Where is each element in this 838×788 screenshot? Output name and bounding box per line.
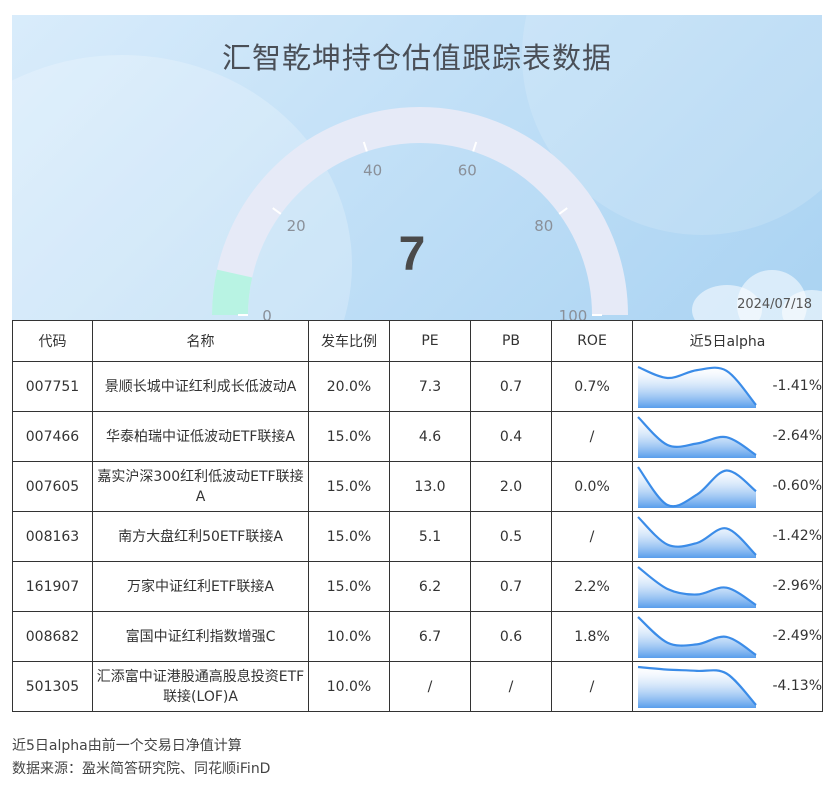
sparkline-area xyxy=(638,467,756,508)
date-label: 2024/07/18 xyxy=(737,297,812,312)
cell-pb: 0.4 xyxy=(470,411,552,462)
cell-roe: 1.8% xyxy=(551,611,633,662)
gauge-tick-label: 80 xyxy=(534,217,553,235)
cell-name: 嘉实沪深300红利低波动ETF联接A xyxy=(92,461,309,512)
gauge-tick-label: 0 xyxy=(262,307,272,321)
alpha-value: -1.41% xyxy=(772,378,822,394)
alpha-value: -1.42% xyxy=(772,528,822,544)
cell-pe: 4.6 xyxy=(389,411,471,462)
header-roe: ROE xyxy=(551,320,633,362)
holdings-table: 代码 名称 发车比例 PE PB ROE 近5日alpha 007751 景顺长… xyxy=(12,320,823,712)
cell-pb: 0.7 xyxy=(470,361,552,412)
table-row: 008163 南方大盘红利50ETF联接A 15.0% 5.1 0.5 / -1… xyxy=(12,511,823,562)
table-row: 008682 富国中证红利指数增强C 10.0% 6.7 0.6 1.8% -2… xyxy=(12,611,823,662)
header-name: 名称 xyxy=(92,320,309,362)
sparkline-area xyxy=(638,567,756,608)
cell-ratio: 15.0% xyxy=(308,411,390,462)
cell-pe: 5.1 xyxy=(389,511,471,562)
cell-name: 汇添富中证港股通高股息投资ETF联接(LOF)A xyxy=(92,661,309,712)
alpha-sparkline xyxy=(637,616,757,658)
gauge-value: 7 xyxy=(399,228,426,281)
sparkline-area xyxy=(638,617,756,658)
cell-code: 007751 xyxy=(12,361,93,412)
header-alpha: 近5日alpha xyxy=(632,320,823,362)
table-row: 007605 嘉实沪深300红利低波动ETF联接A 15.0% 13.0 2.0… xyxy=(12,461,823,512)
footnotes: 近5日alpha由前一个交易日净值计算 数据来源：盈米简答研究院、同花顺iFin… xyxy=(12,735,270,781)
cell-name: 万家中证红利ETF联接A xyxy=(92,561,309,612)
header-pb: PB xyxy=(470,320,552,362)
note-alpha: 近5日alpha由前一个交易日净值计算 xyxy=(12,738,242,754)
cell-pb: 0.5 xyxy=(470,511,552,562)
cell-ratio: 15.0% xyxy=(308,461,390,512)
header-pe: PE xyxy=(389,320,471,362)
cell-ratio: 15.0% xyxy=(308,511,390,562)
sparkline-area xyxy=(638,417,756,458)
table-row: 007751 景顺长城中证红利成长低波动A 20.0% 7.3 0.7 0.7%… xyxy=(12,361,823,412)
cell-roe: 2.2% xyxy=(551,561,633,612)
cell-name: 南方大盘红利50ETF联接A xyxy=(92,511,309,562)
cell-pe: 6.7 xyxy=(389,611,471,662)
table-row: 161907 万家中证红利ETF联接A 15.0% 6.2 0.7 2.2% -… xyxy=(12,561,823,612)
cell-alpha: -1.41% xyxy=(632,361,823,412)
cell-roe: / xyxy=(551,661,633,712)
cell-roe: / xyxy=(551,411,633,462)
cell-code: 008163 xyxy=(12,511,93,562)
cell-alpha: -0.60% xyxy=(632,461,823,512)
cell-code: 008682 xyxy=(12,611,93,662)
cell-pe: 6.2 xyxy=(389,561,471,612)
cell-alpha: -2.49% xyxy=(632,611,823,662)
cell-roe: / xyxy=(551,511,633,562)
gauge-tick-label: 60 xyxy=(458,162,477,180)
header-code: 代码 xyxy=(12,320,93,362)
cell-ratio: 10.0% xyxy=(308,661,390,712)
note-source: 数据来源：盈米简答研究院、同花顺iFinD xyxy=(12,761,271,777)
cell-name: 景顺长城中证红利成长低波动A xyxy=(92,361,309,412)
cell-name: 富国中证红利指数增强C xyxy=(92,611,309,662)
alpha-sparkline xyxy=(637,516,757,558)
cell-name: 华泰柏瑞中证低波动ETF联接A xyxy=(92,411,309,462)
cell-alpha: -1.42% xyxy=(632,511,823,562)
cell-pb: 0.6 xyxy=(470,611,552,662)
gauge-fill xyxy=(212,269,253,316)
cell-code: 007605 xyxy=(12,461,93,512)
cell-pe: 7.3 xyxy=(389,361,471,412)
sparkline-area xyxy=(638,367,756,408)
header-ratio: 发车比例 xyxy=(308,320,390,362)
alpha-sparkline xyxy=(637,365,757,408)
cell-code: 501305 xyxy=(12,661,93,712)
table-row: 501305 汇添富中证港股通高股息投资ETF联接(LOF)A 10.0% / … xyxy=(12,661,823,712)
alpha-value: -2.49% xyxy=(772,628,822,644)
table-header: 代码 名称 发车比例 PE PB ROE 近5日alpha xyxy=(12,320,823,362)
cell-code: 007466 xyxy=(12,411,93,462)
alpha-sparkline xyxy=(637,416,757,458)
sparkline-area xyxy=(638,667,756,708)
alpha-value: -2.64% xyxy=(772,428,822,444)
alpha-value: -2.96% xyxy=(772,578,822,594)
gauge-tick-label: 20 xyxy=(287,217,306,235)
cell-pb: 2.0 xyxy=(470,461,552,512)
cell-code: 161907 xyxy=(12,561,93,612)
cell-pb: 0.7 xyxy=(470,561,552,612)
gauge-banner: 0 20 40 60 80 100 7 汇智乾坤持仓估值跟踪表数据 2024/07/18 xyxy=(12,15,822,321)
alpha-value: -0.60% xyxy=(772,478,822,494)
cell-alpha: -2.96% xyxy=(632,561,823,612)
cell-ratio: 15.0% xyxy=(308,561,390,612)
cell-pe: / xyxy=(389,661,471,712)
alpha-sparkline xyxy=(637,566,757,608)
page-title: 汇智乾坤持仓估值跟踪表数据 xyxy=(221,41,612,75)
cell-roe: 0.7% xyxy=(551,361,633,412)
cell-alpha: -4.13% xyxy=(632,661,823,712)
alpha-value: -4.13% xyxy=(772,678,822,694)
cell-ratio: 10.0% xyxy=(308,611,390,662)
cell-roe: 0.0% xyxy=(551,461,633,512)
gauge-tick-label: 40 xyxy=(363,162,382,180)
cell-alpha: -2.64% xyxy=(632,411,823,462)
cell-ratio: 20.0% xyxy=(308,361,390,412)
cell-pb: / xyxy=(470,661,552,712)
alpha-sparkline xyxy=(637,665,757,708)
alpha-sparkline xyxy=(637,466,757,508)
gauge-tick-label: 100 xyxy=(559,307,588,321)
cell-pe: 13.0 xyxy=(389,461,471,512)
table-row: 007466 华泰柏瑞中证低波动ETF联接A 15.0% 4.6 0.4 / -… xyxy=(12,411,823,462)
